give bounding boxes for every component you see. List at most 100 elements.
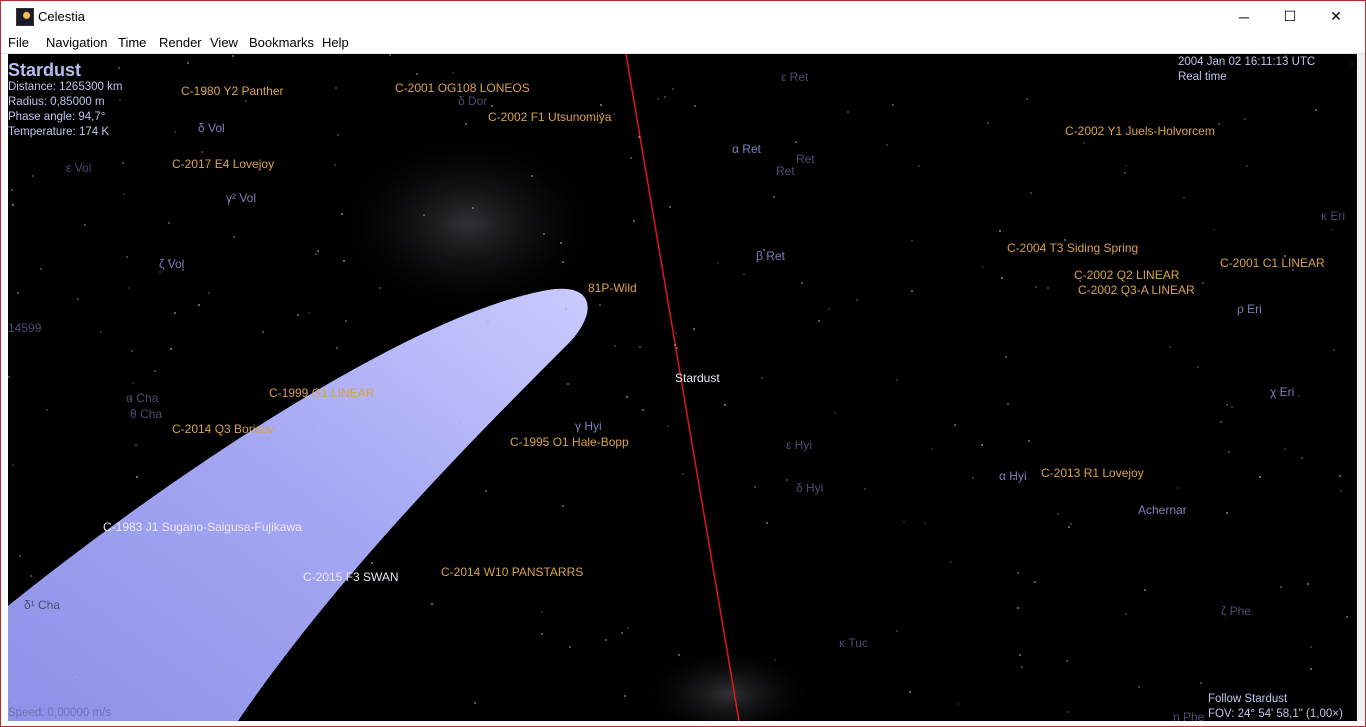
spacecraft-label[interactable]: Stardust [675, 371, 720, 385]
star-label[interactable]: γ² Vol [226, 191, 256, 205]
star-label[interactable]: χ Eri [1270, 385, 1294, 399]
sky-render [8, 54, 818, 721]
star-label[interactable]: α Hyi [999, 469, 1027, 483]
window-title: Celestia [38, 9, 85, 24]
background-star [1307, 583, 1309, 585]
background-star [638, 136, 640, 138]
comet-label[interactable]: C-2002 F1 Utsunomiya [488, 110, 611, 124]
title-bar[interactable]: Celestia ─ ☐ ✕ [1, 1, 1365, 32]
comet-label[interactable]: C-2014 W10 PANSTARRS [441, 565, 583, 579]
star-label[interactable]: η Phe [1173, 710, 1204, 721]
background-star [1169, 346, 1171, 348]
background-star [1183, 197, 1185, 199]
comet-label[interactable]: C-2002 Y1 Juels-Holvorcem [1065, 124, 1215, 138]
star-label[interactable]: δ¹ Cha [24, 598, 60, 612]
close-button[interactable]: ✕ [1313, 1, 1359, 32]
background-star [1228, 451, 1230, 453]
background-star [334, 164, 336, 166]
star-label[interactable]: ε Ret [781, 70, 808, 84]
comet-label[interactable]: C-1995 O1 Hale-Bopp [510, 435, 629, 449]
background-star [115, 668, 117, 670]
comet-label[interactable]: C-2002 Q3-A LINEAR [1078, 283, 1195, 297]
background-star [126, 256, 128, 258]
background-star [321, 544, 323, 546]
background-star [474, 702, 476, 704]
star-label[interactable]: Ret [796, 152, 815, 166]
comet-label[interactable]: 81P-Wild [588, 281, 637, 295]
background-star [1057, 513, 1059, 515]
comet-label[interactable]: C-2014 Q3 Borisov [172, 422, 274, 436]
star-label[interactable]: ζ Phe [1221, 604, 1251, 618]
background-star [672, 88, 674, 90]
comet-label[interactable]: C-1980 Y2 Panther [181, 84, 284, 98]
background-star [232, 55, 234, 57]
star-label[interactable]: 14599 [8, 321, 41, 335]
star-label[interactable]: β Ret [756, 249, 785, 263]
3d-space-view[interactable]: Stardust Distance: 1265300 km Radius: 0,… [8, 54, 1357, 721]
star-label[interactable]: α Ret [732, 142, 761, 156]
background-star [678, 654, 680, 656]
background-star [1034, 581, 1036, 583]
background-star [431, 603, 433, 605]
star-label[interactable]: Ret [776, 164, 795, 178]
menu-view[interactable]: View [210, 35, 238, 50]
comet-label[interactable]: C-2015 F3 SWAN [303, 570, 399, 584]
background-star [669, 206, 671, 208]
background-star [459, 422, 461, 424]
star-label[interactable]: α Cha [126, 391, 158, 405]
background-star [569, 646, 571, 648]
star-label[interactable]: κ Eri [1321, 209, 1345, 223]
background-star [169, 650, 171, 652]
minimize-button[interactable]: ─ [1221, 1, 1267, 32]
menu-navigation[interactable]: Navigation [46, 35, 107, 50]
phase-readout: Phase angle: 94,7° [8, 111, 106, 123]
background-star [541, 611, 543, 613]
background-star [1301, 457, 1303, 459]
menu-bookmarks[interactable]: Bookmarks [249, 35, 314, 50]
background-star [326, 546, 328, 548]
star-label[interactable]: θ Cha [130, 407, 162, 421]
background-star [667, 425, 669, 427]
background-star [168, 222, 170, 224]
star-label[interactable]: ζ Vol [159, 257, 184, 271]
menu-help[interactable]: Help [322, 35, 349, 50]
star-label[interactable]: ε Vol [66, 161, 91, 175]
background-star [262, 331, 264, 333]
star-label[interactable]: δ Vol [198, 121, 225, 135]
background-star [75, 676, 77, 678]
comet-label[interactable]: C-2002 Q2 LINEAR [1074, 268, 1179, 282]
background-star [1197, 366, 1199, 368]
star-label[interactable]: Achernar [1138, 503, 1187, 517]
maximize-button[interactable]: ☐ [1267, 1, 1313, 32]
comet-label[interactable]: C-2001 OG108 LONEOS [395, 81, 530, 95]
menu-file[interactable]: File [8, 35, 29, 50]
background-star [605, 639, 607, 641]
comet-label[interactable]: C-1983 J1 Sugano-Saigusa-Fujikawa [103, 520, 302, 534]
comet-label[interactable]: C-2004 T3 Siding Spring [1007, 241, 1138, 255]
background-star [40, 268, 42, 270]
comet-label[interactable]: C-2001 C1 LINEAR [1220, 256, 1325, 270]
star-label[interactable]: ε Hyi [786, 438, 812, 452]
fov-readout: FOV: 24° 54' 58,1" (1,00×) [1208, 708, 1343, 720]
star-label[interactable]: ρ Eri [1237, 302, 1262, 316]
background-star [1017, 572, 1019, 574]
comet-label[interactable]: C-1999 G1 LINEAR [269, 386, 374, 400]
background-star [600, 104, 602, 106]
background-star [931, 448, 933, 450]
background-star [560, 242, 562, 244]
comet-label[interactable]: C-2017 E4 Lovejoy [172, 157, 274, 171]
background-star [336, 347, 338, 349]
star-label[interactable]: δ Dor [458, 94, 487, 108]
star-label[interactable]: δ Hyi [796, 481, 823, 495]
target-name: Stardust [8, 60, 82, 80]
star-label[interactable]: γ Hyi [575, 419, 602, 433]
comet-label[interactable]: C-2013 R1 Lovejoy [1041, 466, 1144, 480]
background-star [131, 350, 133, 352]
background-star [1213, 229, 1215, 231]
background-star [847, 111, 849, 113]
background-star [487, 321, 489, 323]
background-star [954, 424, 956, 426]
menu-render[interactable]: Render [159, 35, 202, 50]
star-label[interactable]: κ Tuc [839, 636, 868, 650]
menu-time[interactable]: Time [118, 35, 146, 50]
